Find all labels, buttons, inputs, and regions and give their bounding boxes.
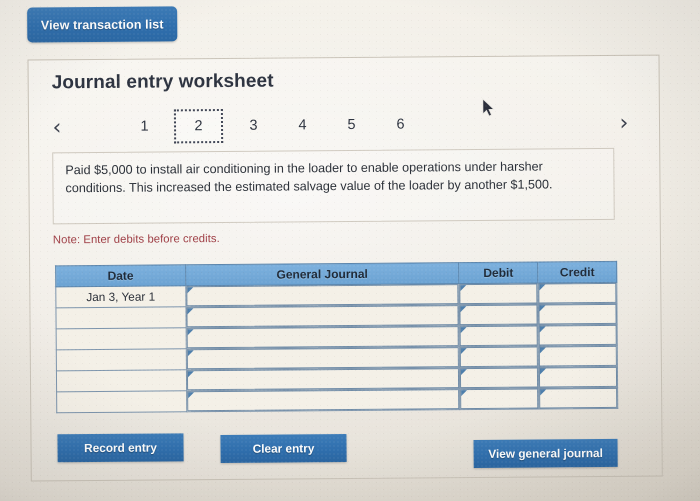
column-header-general-journal: General Journal — [185, 262, 459, 286]
cell-debit-5[interactable] — [459, 367, 539, 389]
transaction-description-box: Paid $5,000 to install air conditioning … — [52, 147, 615, 225]
cell-credit-5[interactable] — [538, 366, 618, 389]
pager-page-5[interactable]: 5 — [327, 108, 376, 142]
cell-debit-1[interactable] — [458, 283, 539, 305]
record-entry-button[interactable]: Record entry — [57, 433, 184, 463]
cell-account-5[interactable] — [186, 367, 460, 391]
cell-account-1[interactable] — [185, 283, 460, 307]
cell-date-5[interactable] — [56, 369, 187, 392]
column-header-debit: Debit — [458, 262, 538, 284]
view-transaction-list-button[interactable]: View transaction list — [27, 6, 178, 43]
journal-entry-table: Date General Journal Debit Credit Jan 3,… — [55, 260, 619, 414]
cell-credit-6[interactable] — [538, 387, 618, 410]
page-title: Journal entry worksheet — [51, 70, 274, 94]
debits-before-credits-note: Note: Enter debits before credits. — [52, 233, 220, 247]
pager-page-2[interactable]: 2 — [173, 108, 224, 144]
cell-credit-4[interactable] — [538, 345, 618, 368]
column-header-credit: Credit — [537, 261, 617, 284]
worksheet-pager: ‹ 1 2 3 4 5 6 › — [46, 106, 636, 147]
cell-date-6[interactable] — [56, 390, 187, 413]
cell-debit-4[interactable] — [459, 346, 539, 368]
cell-debit-2[interactable] — [459, 304, 539, 326]
pager-page-3[interactable]: 3 — [229, 109, 278, 143]
pager-page-4[interactable]: 4 — [278, 108, 327, 142]
cell-date-4[interactable] — [56, 348, 187, 371]
cell-credit-1[interactable] — [537, 282, 617, 305]
clear-entry-button[interactable]: Clear entry — [220, 434, 347, 464]
cell-account-4[interactable] — [186, 346, 460, 370]
chevron-left-icon[interactable]: ‹ — [46, 113, 68, 141]
cell-account-2[interactable] — [185, 304, 460, 328]
table-row — [56, 387, 618, 413]
cell-account-6[interactable] — [186, 388, 460, 412]
pager-page-6[interactable]: 6 — [376, 107, 425, 141]
view-general-journal-button[interactable]: View general journal — [473, 438, 618, 469]
cell-date-2[interactable] — [55, 306, 186, 329]
cell-date-1[interactable]: Jan 3, Year 1 — [55, 285, 186, 308]
transaction-description-text: Paid $5,000 to install air conditioning … — [65, 159, 553, 195]
cell-credit-3[interactable] — [538, 324, 618, 347]
cell-account-3[interactable] — [185, 325, 460, 349]
column-header-date: Date — [55, 264, 186, 287]
chevron-right-icon[interactable]: › — [613, 109, 635, 137]
pager-page-1[interactable]: 1 — [120, 109, 169, 143]
cell-debit-3[interactable] — [459, 325, 539, 347]
cell-credit-2[interactable] — [538, 303, 618, 326]
cell-date-3[interactable] — [56, 327, 187, 350]
cell-debit-6[interactable] — [459, 388, 539, 410]
